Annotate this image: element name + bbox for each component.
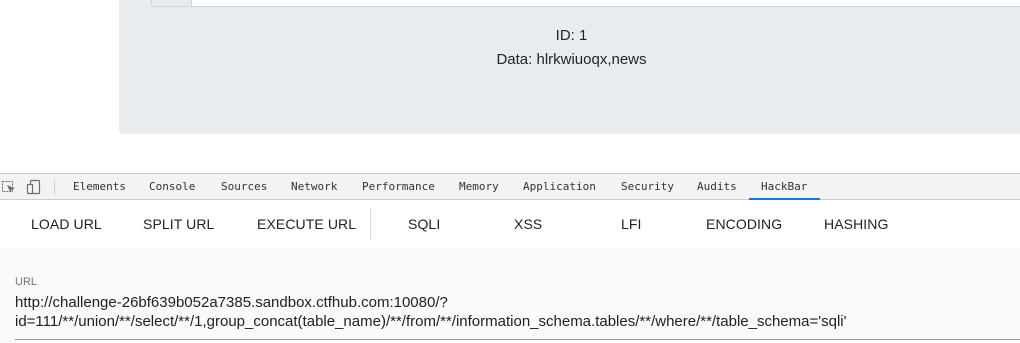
execute-url-button[interactable]: EXECUTE URL: [257, 200, 356, 248]
url-field-underline: [15, 339, 1020, 340]
sqli-menu-button[interactable]: SQLI: [408, 200, 440, 248]
id-input-group[interactable]: [151, 0, 1020, 7]
lfi-menu-button[interactable]: LFI: [621, 200, 642, 248]
result-id-text: ID: 1: [555, 27, 588, 44]
inspect-element-icon[interactable]: [1, 179, 17, 195]
menu-divider: [370, 208, 371, 240]
tab-sources[interactable]: Sources: [221, 174, 267, 200]
url-field-label: URL: [15, 276, 38, 288]
tab-security[interactable]: Security: [621, 174, 674, 200]
toolbar-separator: [54, 180, 55, 195]
tab-performance[interactable]: Performance: [362, 174, 435, 200]
hackbar-body: URL http://challenge-26bf639b052a7385.sa…: [0, 248, 1020, 343]
encoding-menu-button[interactable]: ENCODING: [706, 200, 782, 248]
hackbar-menu: LOAD URL SPLIT URL EXECUTE URL SQLI XSS …: [0, 200, 1020, 248]
url-line-2: id=111/**/union/**/select/**/1,group_con…: [15, 313, 847, 330]
tab-application[interactable]: Application: [523, 174, 596, 200]
load-url-button[interactable]: LOAD URL: [31, 200, 102, 248]
url-textarea[interactable]: http://challenge-26bf639b052a7385.sandbo…: [15, 293, 1015, 331]
device-toolbar-icon[interactable]: [26, 179, 42, 195]
tab-memory[interactable]: Memory: [459, 174, 499, 200]
url-line-1: http://challenge-26bf639b052a7385.sandbo…: [15, 294, 448, 311]
id-input-prepend: [152, 0, 192, 6]
hashing-menu-button[interactable]: HASHING: [824, 200, 889, 248]
xss-menu-button[interactable]: XSS: [514, 200, 542, 248]
result-data-text: Data: hlrkwiuoqx,news: [496, 51, 647, 68]
screen: ID: 1 Data: hlrkwiuoqx,news Elements Con…: [0, 0, 1020, 343]
split-url-button[interactable]: SPLIT URL: [143, 200, 214, 248]
devtools-tab-bar: Elements Console Sources Network Perform…: [0, 173, 1020, 200]
tab-hackbar[interactable]: HackBar: [761, 174, 807, 200]
tab-elements[interactable]: Elements: [73, 174, 126, 200]
tab-console[interactable]: Console: [149, 174, 195, 200]
tab-audits[interactable]: Audits: [697, 174, 737, 200]
tab-network[interactable]: Network: [291, 174, 337, 200]
